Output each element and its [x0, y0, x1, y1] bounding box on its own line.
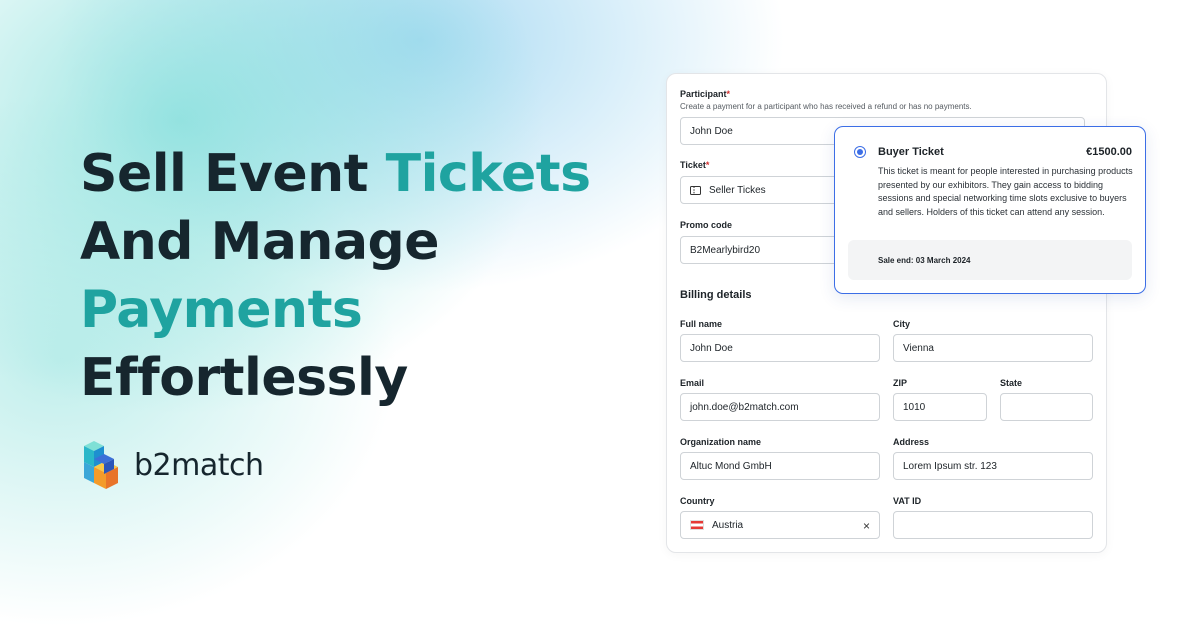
headline-line-2: And Manage	[80, 212, 440, 272]
ticket-option-card[interactable]: Buyer Ticket €1500.00 This ticket is mea…	[834, 126, 1146, 294]
email-label: Email	[680, 378, 705, 388]
organization-name-input[interactable]: Altuc Mond GmbH	[680, 452, 880, 480]
promo-code-label: Promo code	[680, 220, 733, 230]
ticket-option-name: Buyer Ticket	[878, 146, 944, 158]
country-select[interactable]: Austria ×	[680, 511, 880, 539]
address-label: Address	[893, 437, 930, 447]
headline: Sell Event Tickets And Manage Payments E…	[80, 140, 591, 412]
participant-hint: Create a payment for a participant who h…	[680, 102, 972, 111]
country-label: Country	[680, 496, 715, 506]
headline-line-1: Sell Event Tickets	[80, 140, 591, 208]
headline-accent-text: Tickets	[385, 144, 591, 204]
austria-flag-icon	[690, 520, 704, 530]
vat-id-label: VAT ID	[893, 496, 922, 506]
full-name-label: Full name	[680, 319, 723, 329]
zip-input[interactable]: 1010	[893, 393, 987, 421]
sale-end-text: Sale end: 03 March 2024	[878, 255, 971, 265]
zip-label: ZIP	[893, 378, 908, 388]
participant-label: Participant*	[680, 89, 731, 99]
ticket-label: Ticket*	[680, 160, 710, 170]
address-input[interactable]: Lorem Ipsum str. 123	[893, 452, 1093, 480]
vat-id-input[interactable]	[893, 511, 1093, 539]
brand-logo: b2match	[80, 440, 264, 490]
headline-text: Sell Event	[80, 144, 386, 204]
brand-name: b2match	[134, 447, 264, 483]
headline-line-3: Payments	[80, 280, 363, 340]
organization-name-label: Organization name	[680, 437, 762, 447]
country-select-value: Austria	[712, 519, 744, 531]
email-input[interactable]: john.doe@b2match.com	[680, 393, 880, 421]
ticket-select-value: Seller Tickes	[709, 184, 766, 196]
radio-selected-dot	[857, 149, 863, 155]
state-label: State	[1000, 378, 1023, 388]
ticket-icon	[690, 185, 701, 195]
city-input[interactable]: Vienna	[893, 334, 1093, 362]
city-label: City	[893, 319, 911, 329]
clear-country-icon[interactable]: ×	[863, 519, 870, 533]
ticket-radio-button[interactable]	[854, 146, 866, 158]
ticket-option-description: This ticket is meant for people interest…	[878, 166, 1133, 217]
billing-details-title: Billing details	[680, 289, 752, 301]
headline-line-4: Effortlessly	[80, 348, 408, 408]
b2match-logo-icon	[84, 441, 118, 489]
full-name-input[interactable]: John Doe	[680, 334, 880, 362]
state-input[interactable]	[1000, 393, 1093, 421]
sale-end-box: Sale end: 03 March 2024	[848, 240, 1132, 280]
ticket-option-price: €1500.00	[1086, 146, 1132, 158]
